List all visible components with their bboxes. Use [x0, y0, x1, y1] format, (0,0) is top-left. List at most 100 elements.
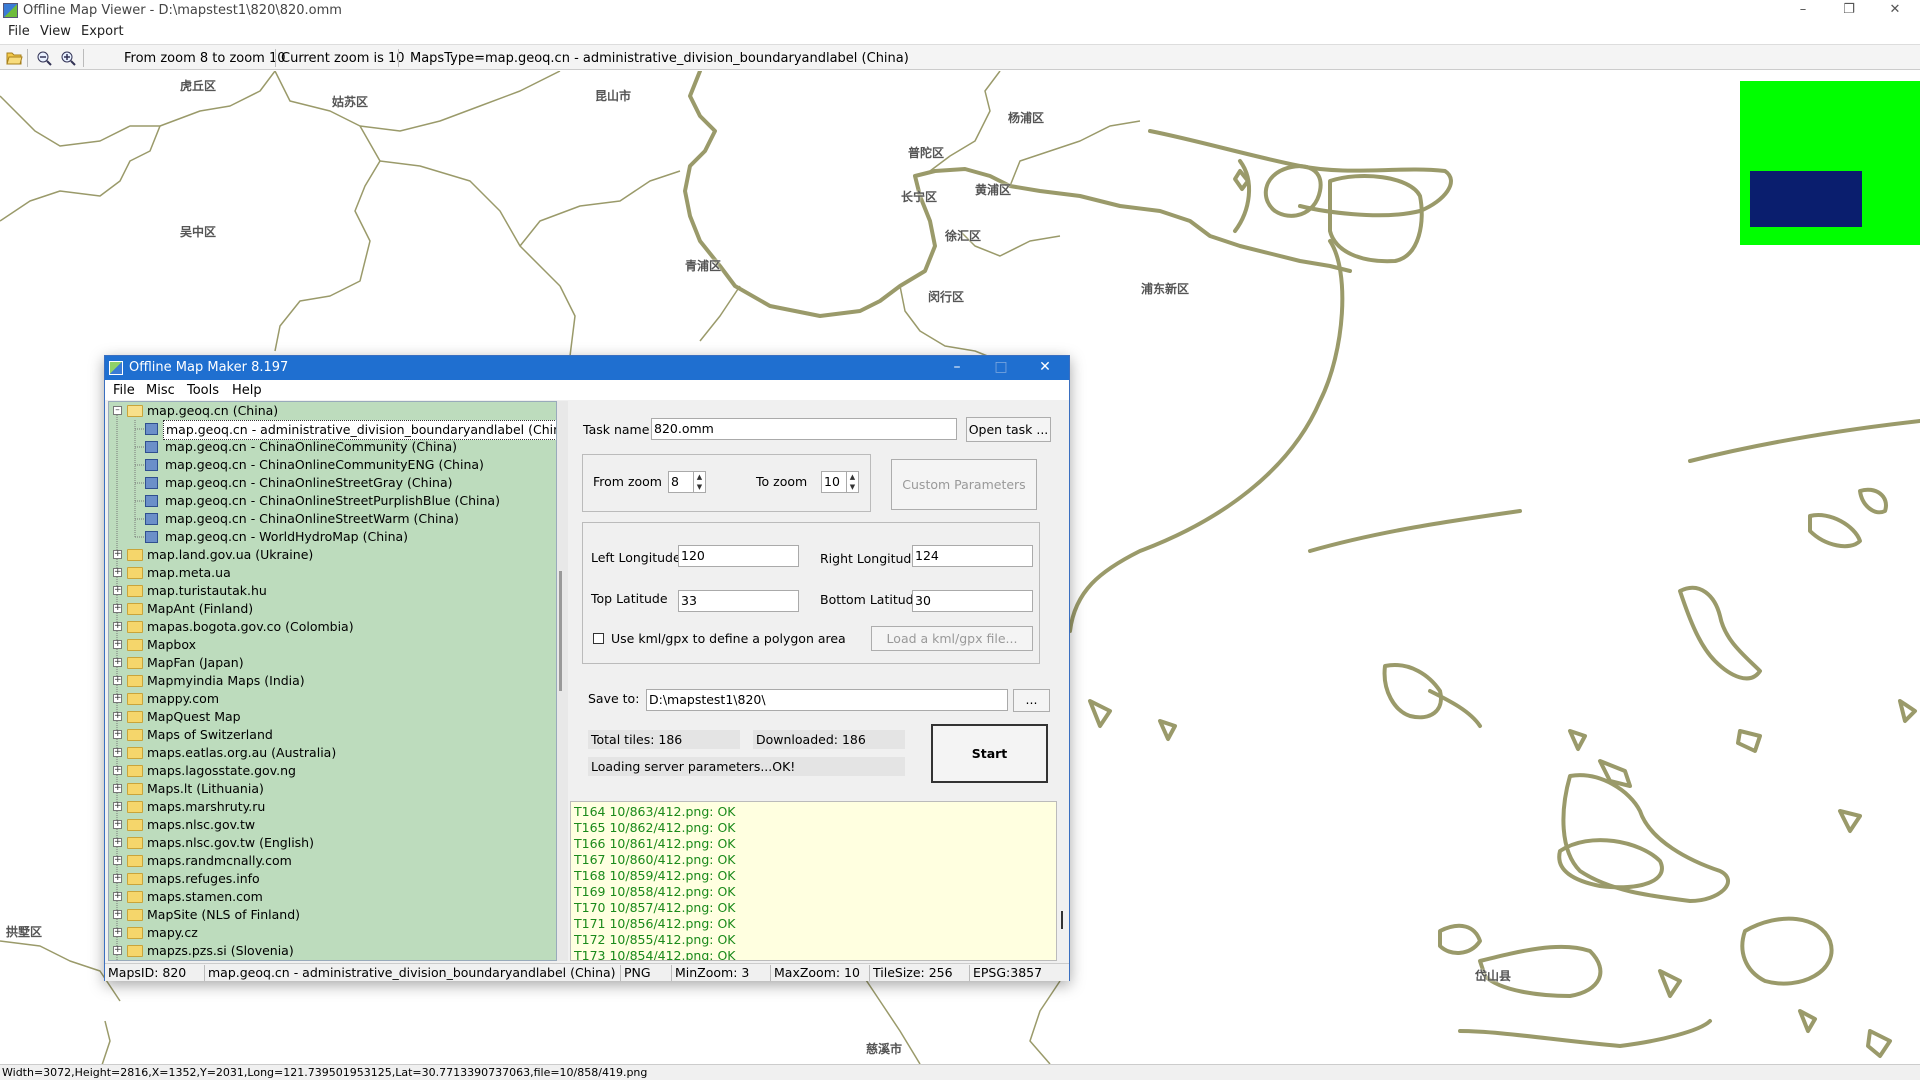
expand-icon[interactable]: +	[113, 658, 122, 667]
menu-view[interactable]: View	[40, 24, 71, 39]
minimap-viewport[interactable]	[1750, 171, 1862, 227]
expand-icon[interactable]: +	[113, 748, 122, 757]
browse-button[interactable]: ...	[1013, 689, 1050, 712]
tree-item-label: maps.randmcnally.com	[147, 853, 292, 868]
tree-item-label: map.geoq.cn - ChinaOnlineCommunityENG (C…	[165, 457, 484, 472]
dialog-close-button[interactable]: ✕	[1023, 356, 1067, 380]
expand-icon[interactable]: +	[113, 802, 122, 811]
download-log[interactable]: T164 10/863/412.png: OK T165 10/862/412.p…	[570, 801, 1057, 961]
offline-map-maker-dialog: Offline Map Maker 8.197 – □ ✕ File Misc …	[104, 355, 1070, 981]
expand-icon[interactable]: +	[113, 568, 122, 577]
from-zoom-label: From zoom	[593, 474, 662, 489]
dialog-menu-misc[interactable]: Misc	[146, 383, 175, 398]
custom-parameters-button[interactable]: Custom Parameters	[891, 459, 1037, 510]
menu-export[interactable]: Export	[81, 24, 124, 39]
zoom-in-icon[interactable]	[60, 50, 77, 66]
log-scrollbar[interactable]	[1057, 801, 1068, 961]
log-scroll-thumb[interactable]	[1061, 911, 1063, 929]
dialog-title: Offline Map Maker 8.197	[129, 360, 289, 375]
use-kml-checkbox[interactable]	[593, 633, 604, 644]
minimap[interactable]	[1740, 81, 1920, 245]
expand-icon[interactable]: +	[113, 928, 122, 937]
map-layer-icon	[145, 423, 158, 435]
menu-file[interactable]: File	[8, 24, 30, 39]
expand-icon[interactable]: +	[113, 604, 122, 613]
tree-item-label: maps.stamen.com	[147, 889, 263, 904]
tree-scrollbar[interactable]	[557, 401, 568, 961]
expand-icon[interactable]: +	[113, 856, 122, 865]
expand-icon[interactable]: +	[113, 910, 122, 919]
to-zoom-input[interactable]: 10 ▲ ▼	[821, 471, 859, 493]
map-label: 慈溪市	[866, 1042, 903, 1056]
map-label: 黄浦区	[975, 183, 1012, 197]
save-to-label: Save to:	[588, 691, 640, 706]
collapse-icon[interactable]: –	[113, 406, 122, 415]
start-button[interactable]: Start	[931, 724, 1048, 783]
left-longitude-input[interactable]: 120	[678, 545, 799, 567]
map-source-tree[interactable]: – map.geoq.cn (China) map.geoq.cn - admi…	[108, 401, 557, 961]
expand-icon[interactable]: +	[113, 712, 122, 721]
log-line: T166 10/861/412.png: OK	[574, 836, 736, 851]
expand-icon[interactable]: +	[113, 820, 122, 829]
tree-item-label: Maps.lt (Lithuania)	[147, 781, 264, 796]
folder-open-icon	[127, 405, 143, 417]
expand-icon[interactable]: +	[113, 676, 122, 685]
expand-icon[interactable]: +	[113, 586, 122, 595]
expand-icon[interactable]: +	[113, 694, 122, 703]
dialog-maximize-button[interactable]: □	[979, 356, 1023, 380]
folder-open-icon[interactable]	[6, 50, 23, 66]
folder-icon	[127, 927, 143, 939]
restore-button[interactable]: ❐	[1826, 0, 1872, 22]
tree-item-label: map.turistautak.hu	[147, 583, 267, 598]
tree-item-label: mapy.cz	[147, 925, 198, 940]
expand-icon[interactable]: +	[113, 874, 122, 883]
folder-icon	[127, 693, 143, 705]
folder-icon	[127, 549, 143, 561]
toolbar-separator	[83, 49, 84, 67]
tree-scroll-thumb[interactable]	[559, 571, 562, 691]
expand-icon[interactable]: +	[113, 946, 122, 955]
task-name-input[interactable]: 820.omm	[651, 418, 957, 440]
minimize-button[interactable]: –	[1780, 0, 1826, 22]
map-layer-icon	[145, 459, 158, 471]
expand-icon[interactable]: +	[113, 730, 122, 739]
expand-icon[interactable]: +	[113, 838, 122, 847]
bottom-latitude-input[interactable]: 30	[912, 590, 1033, 612]
map-layer-icon	[145, 513, 158, 525]
folder-icon	[127, 711, 143, 723]
expand-icon[interactable]: +	[113, 766, 122, 775]
expand-icon[interactable]: +	[113, 550, 122, 559]
maps-type-text: MapsType=map.geoq.cn - administrative_di…	[410, 51, 909, 66]
save-to-input[interactable]: D:\mapstest1\820\	[646, 689, 1008, 711]
folder-icon	[127, 747, 143, 759]
load-kml-button[interactable]: Load a kml/gpx file...	[871, 626, 1033, 651]
from-zoom-input[interactable]: 8 ▲ ▼	[668, 471, 706, 493]
right-longitude-input[interactable]: 124	[912, 545, 1033, 567]
zoom-out-icon[interactable]	[36, 50, 53, 66]
close-button[interactable]: ✕	[1872, 0, 1918, 22]
map-label: 青浦区	[685, 259, 722, 273]
dialog-menu-tools[interactable]: Tools	[187, 383, 219, 398]
open-task-button[interactable]: Open task ...	[966, 417, 1051, 442]
to-zoom-spinner[interactable]: ▲ ▼	[846, 472, 858, 492]
dialog-menu-help[interactable]: Help	[232, 383, 262, 398]
expand-icon[interactable]: +	[113, 640, 122, 649]
expand-icon[interactable]: +	[113, 892, 122, 901]
log-line: T167 10/860/412.png: OK	[574, 852, 736, 867]
dialog-menu-file[interactable]: File	[113, 383, 135, 398]
map-label: 普陀区	[908, 146, 945, 160]
map-label: 浦东新区	[1141, 282, 1190, 296]
folder-icon	[127, 945, 143, 957]
top-latitude-input[interactable]: 33	[678, 590, 799, 612]
expand-icon[interactable]: +	[113, 784, 122, 793]
tree-item-label: Mapbox	[147, 637, 196, 652]
expand-icon[interactable]: +	[113, 622, 122, 631]
app-icon	[3, 3, 18, 18]
from-zoom-spinner[interactable]: ▲ ▼	[693, 472, 705, 492]
map-name-text: map.geoq.cn - administrative_division_bo…	[205, 965, 621, 981]
dialog-minimize-button[interactable]: –	[935, 356, 979, 380]
folder-icon	[127, 621, 143, 633]
dialog-status-bar: MapsID: 820 map.geoq.cn - administrative…	[105, 963, 1069, 981]
format-text: PNG	[621, 965, 672, 981]
tree-item-label: mappy.com	[147, 691, 219, 706]
